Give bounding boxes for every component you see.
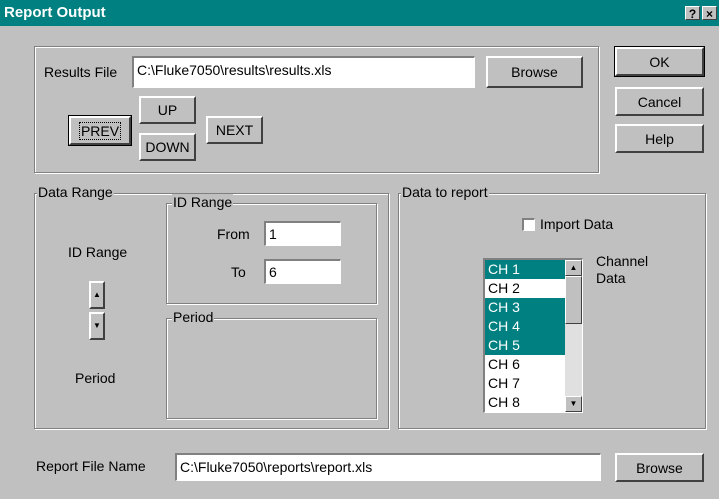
- results-browse-button[interactable]: Browse: [486, 56, 583, 88]
- period-subgroup-label: Period: [172, 309, 215, 325]
- window-title: Report Output: [4, 4, 106, 21]
- results-file-label: Results File: [44, 64, 118, 80]
- scroll-up-icon[interactable]: ▲: [565, 260, 582, 276]
- prev-button[interactable]: PREV: [68, 115, 132, 146]
- channel-item[interactable]: CH 3: [485, 298, 565, 317]
- channel-list-scrollbar[interactable]: ▲ ▼: [565, 260, 582, 412]
- data-range-group-label: Data Range: [37, 184, 114, 200]
- period-label: Period: [75, 370, 116, 386]
- channel-item[interactable]: CH 8: [485, 393, 565, 412]
- up-button[interactable]: UP: [139, 96, 196, 124]
- period-subgroup: [166, 318, 377, 419]
- channel-item[interactable]: CH 7: [485, 374, 565, 393]
- channel-item[interactable]: CH 6: [485, 355, 565, 374]
- import-data-label: Import Data: [540, 216, 614, 232]
- to-input[interactable]: 6: [264, 259, 341, 284]
- close-icon[interactable]: ×: [702, 6, 717, 21]
- scroll-down-icon[interactable]: ▼: [565, 396, 582, 412]
- channel-data-label-2: Data: [596, 270, 626, 286]
- id-range-subgroup: [166, 203, 377, 304]
- cancel-button[interactable]: Cancel: [615, 87, 704, 116]
- channel-item[interactable]: CH 5: [485, 336, 565, 355]
- help-button[interactable]: Help: [615, 124, 704, 153]
- from-label: From: [217, 226, 250, 242]
- spin-up-button[interactable]: ▲: [89, 281, 105, 309]
- help-icon[interactable]: ?: [685, 6, 700, 21]
- report-file-name-label: Report File Name: [36, 458, 146, 474]
- channel-item[interactable]: CH 1: [485, 260, 565, 279]
- spin-down-button[interactable]: ▼: [89, 312, 105, 340]
- data-to-report-group-label: Data to report: [401, 184, 489, 200]
- next-button[interactable]: NEXT: [206, 116, 263, 144]
- scroll-thumb[interactable]: [565, 276, 582, 324]
- from-input[interactable]: 1: [264, 221, 341, 246]
- import-data-checkbox[interactable]: [522, 218, 535, 231]
- ok-button[interactable]: OK: [614, 46, 705, 77]
- to-label: To: [231, 264, 246, 280]
- id-range-subgroup-label: ID Range: [172, 194, 234, 210]
- channel-item[interactable]: CH 4: [485, 317, 565, 336]
- title-bar: Report Output ? ×: [0, 0, 719, 26]
- report-file-input[interactable]: C:\Fluke7050\reports\report.xls: [175, 453, 601, 481]
- id-range-label: ID Range: [68, 244, 128, 260]
- down-button[interactable]: DOWN: [139, 133, 196, 161]
- channel-list[interactable]: CH 1 CH 2 CH 3 CH 4 CH 5 CH 6 CH 7 CH 8 …: [483, 258, 583, 413]
- report-browse-button[interactable]: Browse: [615, 453, 704, 482]
- results-file-input[interactable]: C:\Fluke7050\results\results.xls: [132, 56, 475, 88]
- channel-data-label-1: Channel: [596, 253, 649, 269]
- channel-item[interactable]: CH 2: [485, 279, 565, 298]
